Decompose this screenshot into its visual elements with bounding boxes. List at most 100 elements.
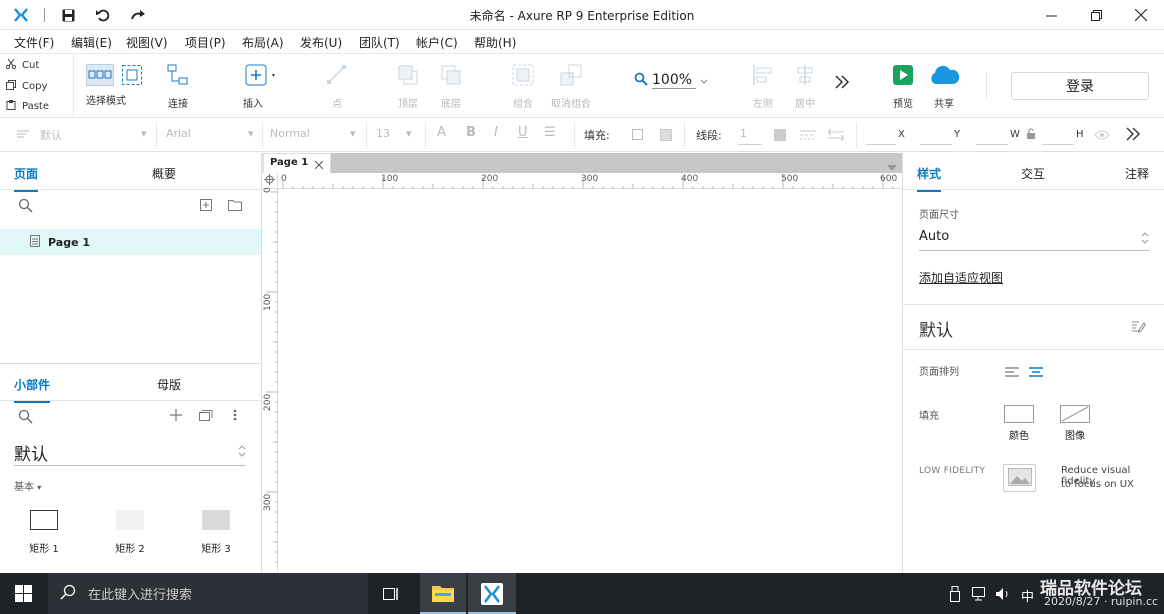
page-size-select[interactable]: Auto bbox=[919, 229, 1149, 251]
width-input[interactable] bbox=[976, 144, 1008, 145]
taskbar-file-explorer[interactable] bbox=[420, 573, 466, 614]
menu-help[interactable]: 帮助(H) bbox=[474, 34, 516, 51]
menu-publish[interactable]: 发布(U) bbox=[300, 34, 342, 51]
bring-to-front-button[interactable]: 顶层 bbox=[397, 64, 419, 110]
list-icon[interactable]: ☰ bbox=[544, 125, 556, 140]
height-input[interactable] bbox=[1042, 144, 1074, 145]
clipboard-group: Cut Copy Paste bbox=[0, 54, 74, 118]
tab-notes[interactable]: 注释 bbox=[1125, 165, 1149, 182]
low-fidelity-toggle[interactable] bbox=[1003, 464, 1036, 492]
menu-layout[interactable]: 布局(A) bbox=[242, 34, 284, 51]
design-canvas[interactable] bbox=[278, 189, 902, 573]
align-center-page-icon[interactable] bbox=[1029, 366, 1043, 380]
bold-icon[interactable]: B bbox=[466, 125, 476, 140]
minimize-button[interactable] bbox=[1028, 0, 1074, 30]
folder-icon bbox=[432, 584, 454, 605]
zoom-control[interactable]: 100% bbox=[634, 72, 708, 89]
more-options-icon[interactable] bbox=[233, 409, 237, 424]
preview-button[interactable]: 预览 bbox=[892, 64, 914, 110]
search-icon[interactable] bbox=[18, 409, 33, 427]
windows-start-icon[interactable] bbox=[15, 585, 32, 605]
taskbar-axure[interactable] bbox=[468, 573, 516, 614]
canvas-tab-page-1[interactable]: Page 1 bbox=[263, 153, 331, 173]
search-icon[interactable] bbox=[18, 198, 33, 216]
taskbar-search-box[interactable]: 在此键入进行搜索 bbox=[48, 573, 368, 614]
align-left-page-icon[interactable] bbox=[1005, 366, 1019, 380]
font-color-icon[interactable]: A bbox=[437, 125, 446, 140]
task-view-icon[interactable] bbox=[382, 585, 400, 606]
add-page-icon[interactable] bbox=[200, 199, 212, 214]
copy-label: Copy bbox=[22, 80, 48, 92]
tab-widgets[interactable]: 小部件 bbox=[14, 376, 51, 403]
more-format-icon[interactable] bbox=[1126, 127, 1140, 144]
maximize-button[interactable] bbox=[1073, 0, 1119, 30]
menu-account[interactable]: 帐户(C) bbox=[416, 34, 458, 51]
volume-icon[interactable] bbox=[996, 587, 1012, 604]
menu-file[interactable]: 文件(F) bbox=[14, 34, 54, 51]
eye-icon[interactable] bbox=[1094, 129, 1110, 143]
widget-group-header[interactable]: 基本 ▾ bbox=[14, 478, 41, 493]
align-center-button[interactable]: 居中 bbox=[794, 64, 816, 110]
close-tab-icon[interactable] bbox=[314, 158, 324, 172]
tab-interactions[interactable]: 交互 bbox=[1021, 165, 1045, 182]
widget-rectangle-3[interactable]: 矩形 3 bbox=[196, 510, 236, 555]
italic-icon[interactable]: I bbox=[494, 125, 498, 140]
ime-indicator[interactable]: 中 bbox=[1021, 586, 1034, 605]
format-separator bbox=[156, 122, 157, 148]
tab-pages[interactable]: 页面 bbox=[14, 165, 39, 192]
paste-button[interactable]: Paste bbox=[6, 96, 49, 116]
fill-color-swatch[interactable] bbox=[632, 129, 643, 140]
group-icon bbox=[512, 64, 534, 89]
point-button[interactable]: 点 bbox=[326, 64, 348, 110]
menu-edit[interactable]: 编辑(E) bbox=[71, 34, 112, 51]
stroke-pattern-icon[interactable] bbox=[800, 128, 816, 145]
library-select[interactable]: 默认 bbox=[14, 440, 246, 466]
add-library-icon[interactable] bbox=[170, 409, 182, 424]
menu-project[interactable]: 项目(P) bbox=[185, 34, 226, 51]
insert-button[interactable]: 插入 bbox=[243, 64, 277, 110]
tab-masters[interactable]: 母版 bbox=[157, 376, 181, 393]
x-input[interactable] bbox=[866, 144, 896, 145]
stroke-color-swatch[interactable] bbox=[774, 129, 786, 141]
arrow-style-icon[interactable] bbox=[827, 128, 845, 145]
lock-icon[interactable] bbox=[1026, 128, 1036, 143]
widget-rectangle-2[interactable]: 矩形 2 bbox=[110, 510, 150, 555]
fill-image-button[interactable]: 图像 bbox=[1059, 405, 1091, 442]
add-folder-icon[interactable] bbox=[228, 199, 242, 214]
shadow-swatch[interactable] bbox=[660, 129, 672, 141]
tab-style[interactable]: 样式 bbox=[917, 165, 942, 192]
network-icon[interactable] bbox=[972, 587, 988, 604]
usb-icon[interactable] bbox=[950, 586, 960, 605]
send-to-back-button[interactable]: 底层 bbox=[440, 64, 462, 110]
stroke-width-input[interactable]: 1 bbox=[740, 127, 747, 140]
page-alignment-label: 页面排列 bbox=[919, 367, 959, 378]
font-size-select[interactable]: 13 bbox=[376, 127, 390, 140]
more-tools-icon[interactable] bbox=[834, 74, 850, 93]
group-button[interactable]: 组合 bbox=[512, 64, 534, 110]
y-input[interactable] bbox=[920, 144, 952, 145]
font-weight-select[interactable]: Normal bbox=[270, 127, 310, 140]
page-item[interactable]: Page 1 bbox=[0, 229, 261, 255]
tab-outline[interactable]: 概要 bbox=[152, 165, 176, 182]
cut-button[interactable]: Cut bbox=[5, 55, 39, 75]
widget-rectangle-1[interactable]: 矩形 1 bbox=[24, 510, 64, 555]
select-mode-button[interactable]: 选择模式 bbox=[86, 64, 142, 107]
style-select[interactable]: 默认 bbox=[40, 127, 62, 143]
login-button[interactable]: 登录 bbox=[1011, 72, 1149, 100]
copy-button[interactable]: Copy bbox=[6, 76, 47, 96]
tabs-dropdown-icon[interactable] bbox=[887, 160, 897, 174]
align-left-button[interactable]: 左侧 bbox=[752, 64, 774, 110]
font-family-select[interactable]: Arial bbox=[166, 127, 191, 140]
ungroup-button[interactable]: 取消组合 bbox=[551, 64, 591, 110]
edit-style-icon[interactable] bbox=[1131, 320, 1147, 336]
add-adaptive-view-link[interactable]: 添加自适应视图 bbox=[919, 269, 1003, 286]
fill-color-button[interactable]: 颜色 bbox=[1003, 405, 1035, 442]
connect-button[interactable]: 连接 bbox=[167, 64, 189, 110]
menu-view[interactable]: 视图(V) bbox=[126, 34, 168, 51]
menu-team[interactable]: 团队(T) bbox=[359, 34, 400, 51]
underline-icon[interactable]: U bbox=[518, 125, 528, 140]
share-button[interactable]: 共享 bbox=[928, 64, 960, 110]
close-button[interactable] bbox=[1118, 0, 1164, 30]
library-stack-icon[interactable] bbox=[199, 409, 213, 424]
fill-color-preview bbox=[1004, 405, 1034, 423]
